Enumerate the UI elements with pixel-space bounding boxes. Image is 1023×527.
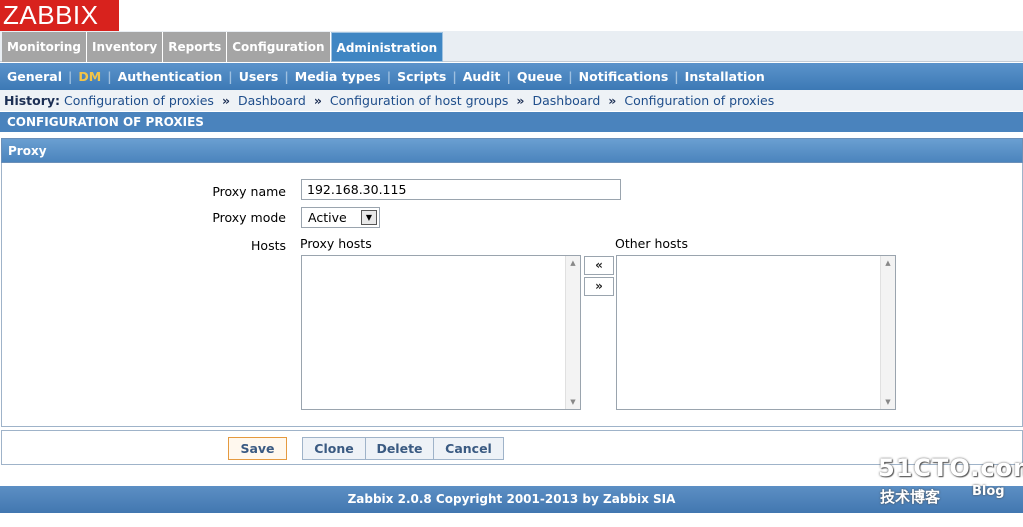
- scroll-down-icon[interactable]: ▼: [881, 395, 895, 409]
- clone-button[interactable]: Clone: [302, 437, 366, 460]
- history-link[interactable]: Dashboard: [532, 93, 600, 108]
- submenu-audit[interactable]: Audit: [463, 69, 501, 84]
- submenu-users[interactable]: Users: [239, 69, 279, 84]
- submenu-separator: |: [386, 69, 392, 84]
- other-hosts-label: Other hosts: [615, 236, 688, 251]
- menu-configuration[interactable]: Configuration: [227, 32, 331, 62]
- submenu-separator: |: [228, 69, 233, 84]
- menu-reports[interactable]: Reports: [163, 32, 228, 62]
- scroll-up-icon[interactable]: ▲: [566, 256, 580, 270]
- move-to-proxy-button[interactable]: «: [584, 256, 614, 275]
- submenu-separator: |: [284, 69, 289, 84]
- chevron-down-icon[interactable]: ▼: [361, 210, 377, 225]
- history-link[interactable]: Configuration of proxies: [624, 93, 774, 108]
- history-separator: »: [608, 93, 617, 108]
- zabbix-logo[interactable]: ZABBIX: [0, 0, 119, 31]
- scrollbar[interactable]: ▲ ▼: [565, 256, 580, 409]
- scrollbar[interactable]: ▲ ▼: [880, 256, 895, 409]
- cancel-button[interactable]: Cancel: [433, 437, 504, 460]
- submenu-authentication[interactable]: Authentication: [118, 69, 223, 84]
- history-separator: »: [221, 93, 231, 108]
- save-button[interactable]: Save: [228, 437, 287, 460]
- history-separator: »: [313, 93, 322, 108]
- proxy-mode-label: Proxy mode: [212, 210, 286, 225]
- menu-administration[interactable]: Administration: [330, 32, 444, 62]
- history-link[interactable]: Configuration of host groups: [330, 93, 509, 108]
- scroll-down-icon[interactable]: ▼: [566, 395, 580, 409]
- page-title: CONFIGURATION OF PROXIES: [0, 112, 1023, 132]
- history-link[interactable]: Configuration of proxies: [64, 93, 214, 108]
- watermark-sub: 技术博客: [880, 488, 941, 506]
- proxy-hosts-label: Proxy hosts: [300, 236, 372, 251]
- history-link[interactable]: Dashboard: [238, 93, 306, 108]
- proxy-name-input[interactable]: 192.168.30.115: [301, 179, 621, 200]
- submenu-general[interactable]: General: [7, 69, 62, 84]
- submenu-queue[interactable]: Queue: [517, 69, 562, 84]
- history-label: History:: [4, 93, 61, 108]
- submenu-separator: |: [506, 69, 511, 84]
- sub-menu: General | DM | Authentication | Users | …: [0, 63, 1023, 90]
- submenu-separator: |: [452, 69, 457, 84]
- scroll-up-icon[interactable]: ▲: [881, 256, 895, 270]
- hosts-label: Hosts: [251, 238, 286, 253]
- main-menu: Monitoring Inventory Reports Configurati…: [2, 32, 444, 62]
- proxy-hosts-list[interactable]: ▲ ▼: [301, 255, 581, 410]
- move-to-other-button[interactable]: »: [584, 277, 614, 296]
- proxy-mode-value: Active: [308, 210, 347, 225]
- history-breadcrumb: History: Configuration of proxies » Dash…: [0, 90, 1023, 111]
- submenu-separator: |: [107, 69, 112, 84]
- proxy-mode-select[interactable]: Active ▼: [301, 207, 380, 228]
- proxy-form-header: Proxy: [1, 138, 1023, 163]
- submenu-separator: |: [68, 69, 73, 84]
- proxy-name-label: Proxy name: [212, 184, 286, 199]
- other-hosts-list[interactable]: ▲ ▼: [616, 255, 896, 410]
- submenu-separator: |: [674, 69, 679, 84]
- submenu-separator: |: [568, 69, 573, 84]
- submenu-installation[interactable]: Installation: [685, 69, 765, 84]
- menu-monitoring[interactable]: Monitoring: [2, 32, 87, 62]
- submenu-media-types[interactable]: Media types: [295, 69, 381, 84]
- page-footer: Zabbix 2.0.8 Copyright 2001-2013 by Zabb…: [0, 486, 1023, 513]
- delete-button[interactable]: Delete: [365, 437, 434, 460]
- menu-inventory[interactable]: Inventory: [87, 32, 164, 62]
- watermark: 51CTO.com 技术博客 Blog: [878, 454, 1023, 514]
- submenu-scripts[interactable]: Scripts: [397, 69, 446, 84]
- watermark-blog: Blog: [972, 484, 1005, 499]
- history-separator: »: [516, 93, 525, 108]
- submenu-dm[interactable]: DM: [78, 69, 101, 84]
- form-buttons-bar: [1, 430, 1023, 465]
- submenu-notifications[interactable]: Notifications: [579, 69, 669, 84]
- watermark-main: 51CTO.com: [878, 454, 1023, 482]
